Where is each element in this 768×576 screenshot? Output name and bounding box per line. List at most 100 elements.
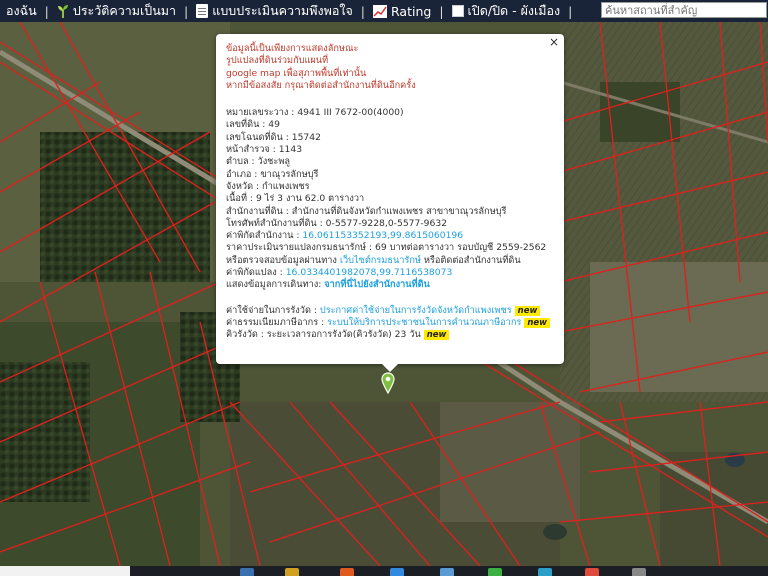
parcel-value: 49	[268, 119, 280, 131]
search-input[interactable]	[601, 2, 767, 18]
survey-fee-link[interactable]: ประกาศค่าใช้จ่ายในการรังวัดจังหวัดกำแพงเ…	[320, 305, 512, 316]
office-coord-row: ค่าพิกัดสำนักงาน : 16.061153352193,99.86…	[226, 230, 554, 242]
tax-label: ค่าธรรมเนียมภาษีอากร :	[226, 316, 328, 328]
new-badge: new	[524, 317, 551, 328]
new-badge: new	[514, 305, 541, 316]
close-icon[interactable]: ×	[549, 36, 559, 49]
tax-row: ค่าธรรมเนียมภาษีอากร : ระบบให้บริการประช…	[226, 317, 554, 329]
phone-label: โทรศัพท์สำนักงานที่ดิน :	[226, 217, 326, 229]
taskbar	[0, 566, 768, 576]
menu-separator: |	[44, 3, 49, 19]
queue-label: คิวรังวัด :	[226, 329, 267, 341]
parcel-coord-row: ค่าพิกัดแปลง : 16.0334401982078,99.71165…	[226, 267, 554, 279]
document-icon	[196, 4, 209, 18]
area-row: เนื้อที่ : 9 ไร่ 3 งาน 62.0 ตารางวา	[226, 193, 554, 205]
taskbar-app-icon[interactable]	[390, 568, 404, 576]
tree-cluster	[0, 362, 90, 502]
check-row: หรือตรวจสอบข้อมูลผ่านทาง เว็บไซต์กรมธนาร…	[226, 255, 554, 267]
taskbar-app-icon[interactable]	[240, 568, 254, 576]
district-label: อำเภอ :	[226, 168, 261, 180]
sheet-label: หมายเลขระวาง :	[226, 107, 298, 119]
subdistrict-row: ตำบล : วังชะพลู	[226, 156, 554, 168]
popup-pointer	[382, 364, 398, 372]
area-label: เนื้อที่ :	[226, 193, 256, 205]
office-row: สำนักงานที่ดิน : สำนักงานที่ดินจังหวัดกำ…	[226, 206, 554, 218]
menu-layer-label: เปิด/ปิด - ผังเมือง	[467, 3, 561, 18]
district-value: ขาณุวรลักษบุรี	[260, 168, 319, 180]
parcel-label: เลขที่ดิน :	[226, 119, 269, 131]
area-value: 9 ไร่ 3 งาน 62.0 ตารางวา	[255, 193, 365, 205]
subdistrict-value: วังชะพลู	[257, 156, 291, 168]
menu-survey[interactable]: แบบประเมินความพึงพอใจ	[190, 1, 359, 21]
route-label: แสดงข้อมูลการเดินทาง:	[226, 279, 325, 291]
queue-value: ระยะเวลารอการรังวัด(คิวรังวัด) 23 วัน	[266, 329, 421, 341]
menu-survey-label: แบบประเมินความพึงพอใจ	[212, 3, 353, 18]
district-row: อำเภอ : ขาณุวรลักษบุรี	[226, 169, 554, 181]
taskbar-app-icon[interactable]	[488, 568, 502, 576]
taskbar-search-area[interactable]	[0, 566, 130, 576]
office-label: สำนักงานที่ดิน :	[226, 205, 292, 217]
phone-row: โทรศัพท์สำนักงานที่ดิน : 0-5577-9228,0-5…	[226, 218, 554, 230]
office-coord-label: ค่าพิกัดสำนักงาน :	[226, 230, 303, 242]
menu-home[interactable]: องฉัน	[0, 1, 43, 21]
taskbar-app-icon[interactable]	[538, 568, 552, 576]
notice-line: google map เพื่อสุภาพพื้นที่เท่านั้น	[226, 67, 367, 79]
checkbox-icon[interactable]	[451, 5, 464, 17]
menu-history[interactable]: ประวัติความเป็นมา	[51, 1, 182, 21]
survey-page-label: หน้าสำรวจ :	[226, 144, 279, 156]
map-pin-icon[interactable]	[381, 372, 395, 394]
province-value: กำแพงเพชร	[262, 180, 310, 192]
disclaimer-notice: ข้อมูลนี้เป็นเพียงการแสดงลักษณะ รูปแปลงท…	[226, 43, 554, 92]
taskbar-app-icon[interactable]	[440, 568, 454, 576]
menu-separator: |	[568, 3, 573, 19]
field	[590, 262, 768, 392]
sprout-icon	[57, 5, 68, 18]
office-coord-link[interactable]: 16.061153352193,99.8615060196	[302, 230, 463, 241]
parcel-row: เลขที่ดิน : 49	[226, 119, 554, 131]
notice-line: รูปแปลงที่ดินร่วมกับแผนที่	[226, 55, 329, 67]
sheet-value: 4941 III 7672-00(4000)	[297, 107, 404, 119]
route-row: แสดงข้อมูลการเดินทาง: จากที่นี่ไปยังสำนั…	[226, 279, 554, 291]
new-badge: new	[423, 330, 450, 341]
taskbar-app-icon[interactable]	[340, 568, 354, 576]
pond	[543, 524, 567, 540]
menu-separator: |	[184, 3, 189, 19]
phone-value: 0-5577-9228,0-5577-9632	[325, 217, 448, 229]
deed-row: เลขโฉนดที่ดิน : 15742	[226, 132, 554, 144]
office-value: สำนักงานที่ดินจังหวัดกำแพงเพชร สาขาขาณุว…	[291, 205, 507, 217]
survey-page-row: หน้าสำรวจ : 1143	[226, 144, 554, 156]
treasury-website-link[interactable]: เว็บไซต์กรมธนารักษ์	[340, 255, 421, 266]
notice-line: หากมีข้อสงสัย กรุณาติดต่อสำนักงานที่ดินอ…	[226, 79, 416, 91]
menu-separator: |	[360, 3, 365, 19]
deed-value: 15742	[291, 131, 321, 143]
check-prefix: หรือตรวจสอบข้อมูลผ่านทาง	[226, 254, 340, 266]
menu-layer-toggle[interactable]: เปิด/ปิด - ผังเมือง	[446, 1, 567, 21]
province-row: จังหวัด : กำแพงเพชร	[226, 181, 554, 193]
taskbar-app-icon[interactable]	[285, 568, 299, 576]
taskbar-app-icon[interactable]	[585, 568, 599, 576]
parcel-coord-link[interactable]: 16.0334401982078,99.7116538073	[286, 267, 453, 278]
route-link[interactable]: จากที่นี่ไปยังสำนักงานที่ดิน	[324, 279, 430, 290]
parcel-coord-label: ค่าพิกัดแปลง :	[226, 267, 286, 279]
top-toolbar: องฉัน | ประวัติความเป็นมา | แบบประเมินคว…	[0, 0, 768, 22]
appraisal-row: ราคาประเมินรายแปลงกรมธนารักษ์ : 69 บาทต่…	[226, 242, 554, 254]
tax-service-link[interactable]: ระบบให้บริการประชาชนในการคำนวณภาษีอากร	[327, 317, 521, 328]
parcel-info-popup: × ข้อมูลนี้เป็นเพียงการแสดงลักษณะ รูปแปล…	[216, 34, 564, 364]
menu-separator: |	[439, 3, 444, 19]
check-suffix: หรือติดต่อสำนักงานที่ดิน	[420, 254, 521, 266]
menu-rating[interactable]: Rating	[367, 4, 437, 19]
appraisal-value: 69 บาทต่อตารางวา รอบบัญชี 2559-2562	[375, 242, 547, 254]
queue-row: คิวรังวัด : ระยะเวลารอการรังวัด(คิวรังวั…	[226, 329, 554, 341]
notice-line: ข้อมูลนี้เป็นเพียงการแสดงลักษณะ	[226, 43, 359, 54]
fee-row: ค่าใช้จ่ายในการรังวัด : ประกาศค่าใช้จ่าย…	[226, 305, 554, 317]
menu-home-label: องฉัน	[6, 3, 37, 18]
survey-page-value: 1143	[278, 144, 303, 156]
menu-history-label: ประวัติความเป็นมา	[72, 3, 177, 18]
appraisal-label: ราคาประเมินรายแปลงกรมธนารักษ์ :	[226, 242, 376, 254]
taskbar-app-icon[interactable]	[632, 568, 646, 576]
fee-label: ค่าใช้จ่ายในการรังวัด :	[226, 304, 320, 316]
sheet-row: หมายเลขระวาง : 4941 III 7672-00(4000)	[226, 107, 554, 119]
deed-label: เลขโฉนดที่ดิน :	[226, 131, 292, 143]
chart-icon	[373, 4, 387, 18]
